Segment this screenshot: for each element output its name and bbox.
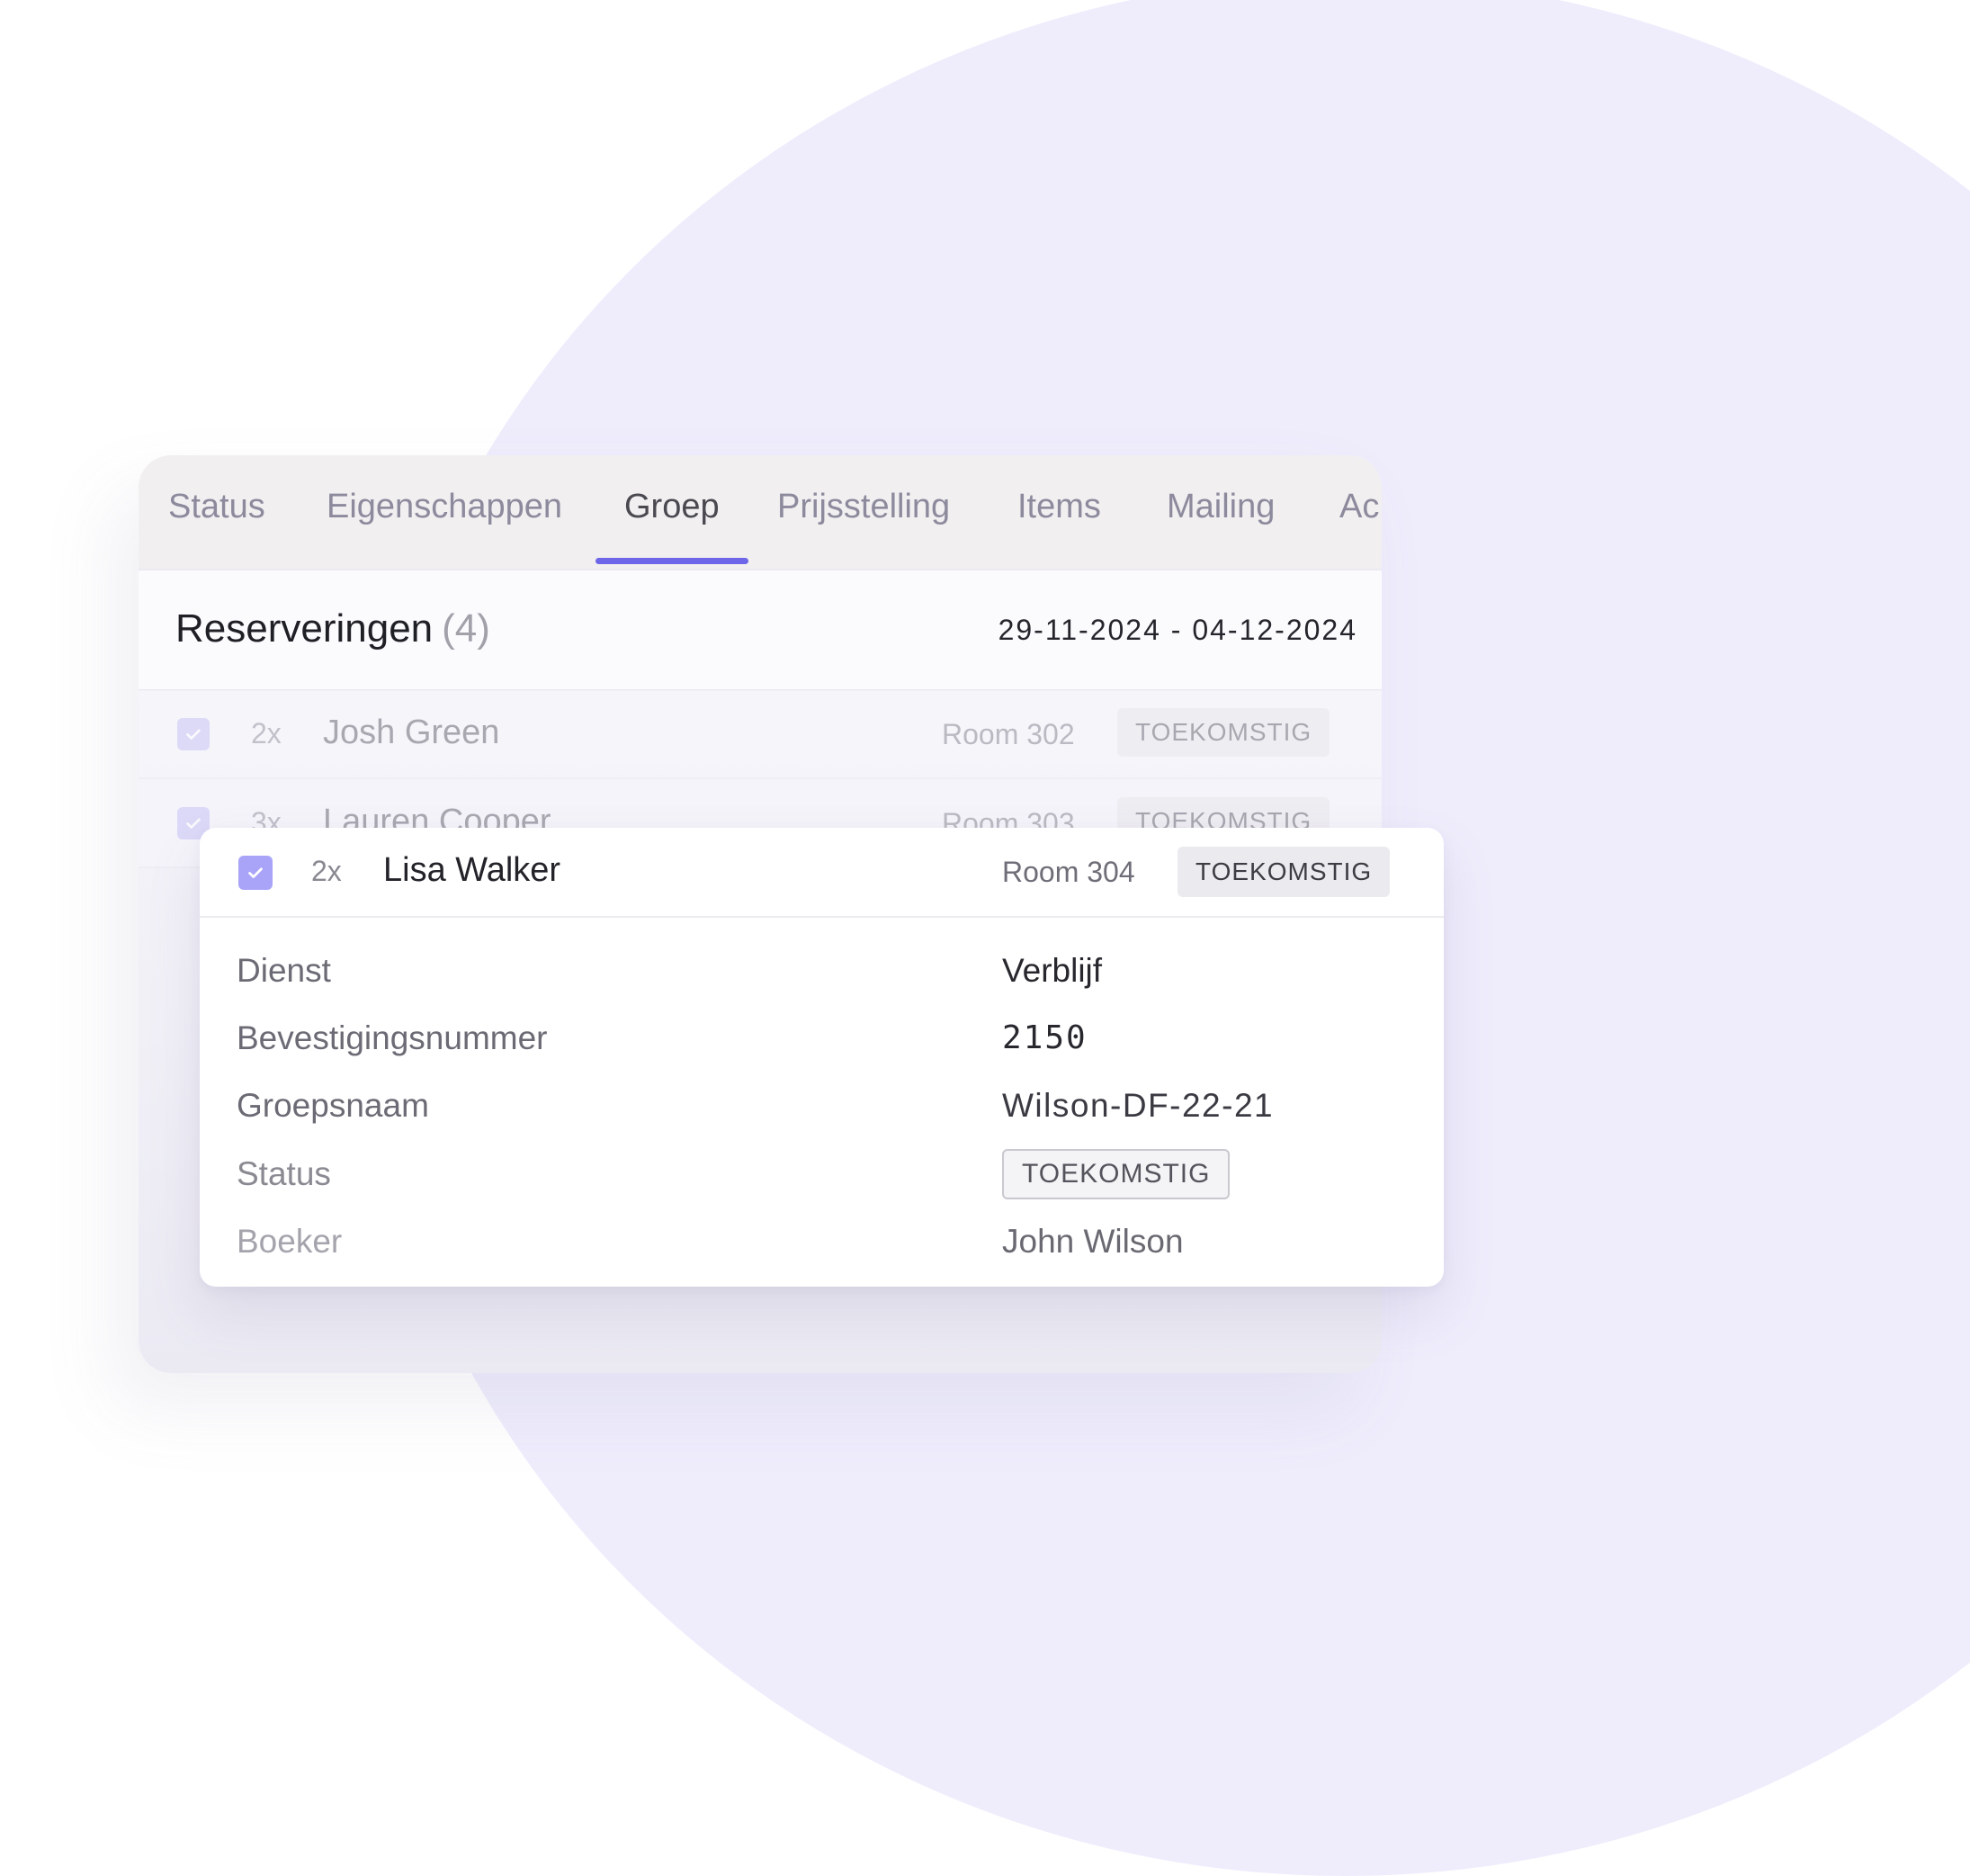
row-guest-name: Lisa Walker: [383, 851, 561, 889]
detail-label: Status: [237, 1155, 331, 1192]
row-guest-name: Josh Green: [323, 714, 500, 751]
detail-label: Dienst: [237, 952, 331, 989]
tab-mailing[interactable]: Mailing: [1167, 488, 1275, 526]
reservations-header: Reserveringen (4) 29-11-2024 - 04-12-2024: [139, 570, 1382, 691]
tab-activity-truncated[interactable]: Ac: [1339, 488, 1379, 526]
date-range: 29-11-2024 - 04-12-2024: [998, 614, 1357, 646]
reservation-detail-popup: 2x Lisa Walker Room 304 TOEKOMSTIG Diens…: [200, 828, 1444, 1287]
detail-value: Verblijf: [1002, 952, 1103, 989]
tab-bar: Status Eigenschappen Groep Prijsstelling…: [139, 455, 1382, 570]
check-icon: [186, 729, 201, 740]
detail-row-groepsnaam: Groepsnaam Wilson-DF-22-21: [200, 1074, 1444, 1142]
row-checkbox[interactable]: [238, 856, 273, 890]
reservations-title-text: Reserveringen: [175, 606, 434, 651]
tab-prijsstelling[interactable]: Prijsstelling: [777, 488, 950, 526]
detail-row-status: Status TOEKOMSTIG: [200, 1143, 1444, 1210]
tab-groep[interactable]: Groep: [624, 488, 720, 526]
detail-row-bevestigingsnummer: Bevestigingsnummer 2150: [200, 1007, 1444, 1074]
active-tab-indicator: [595, 558, 748, 564]
detail-value: 2150: [1002, 1019, 1088, 1056]
detail-label: Groepsnaam: [237, 1087, 429, 1124]
expanded-reservation-row[interactable]: 2x Lisa Walker Room 304 TOEKOMSTIG: [200, 828, 1444, 918]
row-quantity: 2x: [311, 855, 342, 887]
detail-value: Wilson-DF-22-21: [1002, 1087, 1275, 1124]
row-checkbox[interactable]: [177, 718, 210, 750]
row-quantity: 2x: [251, 717, 282, 750]
row-status-badge: TOEKOMSTIG: [1117, 708, 1330, 757]
reservations-title: Reserveringen (4): [175, 606, 490, 651]
detail-label: Bevestigingsnummer: [237, 1019, 548, 1056]
row-status-badge: TOEKOMSTIG: [1178, 847, 1391, 897]
detail-label: Boeker: [237, 1223, 343, 1260]
reservation-row[interactable]: 2x Josh Green Room 302 TOEKOMSTIG: [139, 690, 1382, 779]
row-room: Room 302: [942, 718, 1075, 750]
detail-value: John Wilson: [1002, 1223, 1184, 1260]
row-room: Room 304: [1002, 856, 1135, 888]
tab-eigenschappen[interactable]: Eigenschappen: [327, 488, 562, 526]
detail-row-boeker: Boeker John Wilson: [200, 1210, 1444, 1278]
check-icon: [248, 867, 263, 878]
reservations-count: (4): [442, 606, 490, 651]
tab-status[interactable]: Status: [168, 488, 265, 526]
detail-status-badge: TOEKOMSTIG: [1002, 1149, 1231, 1199]
detail-row-dienst: Dienst Verblijf: [200, 939, 1444, 1007]
tab-items[interactable]: Items: [1017, 488, 1101, 526]
